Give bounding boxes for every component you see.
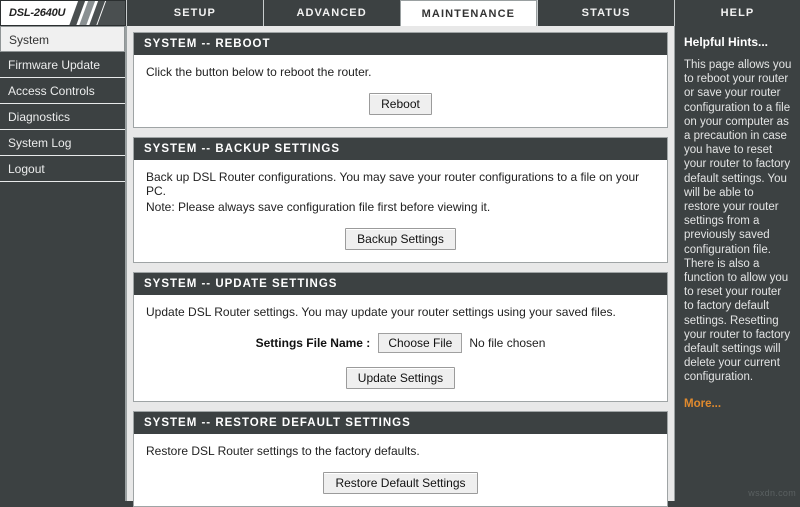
- page-body: System Firmware Update Access Controls D…: [0, 26, 800, 507]
- update-button-row: Update Settings: [146, 367, 655, 389]
- sidebar-item-diagnostics[interactable]: Diagnostics: [0, 104, 125, 130]
- panel-body-backup: Back up DSL Router configurations. You m…: [134, 160, 667, 262]
- top-bar: DSL-2640U SETUP ADVANCED MAINTENANCE STA…: [0, 0, 800, 26]
- sidebar-item-system[interactable]: System: [0, 26, 125, 52]
- panel-backup-settings: SYSTEM -- BACKUP SETTINGS Back up DSL Ro…: [133, 137, 668, 263]
- panel-body-reboot: Click the button below to reboot the rou…: [134, 55, 667, 127]
- panel-title-backup: SYSTEM -- BACKUP SETTINGS: [134, 138, 667, 160]
- main-content: SYSTEM -- REBOOT Click the button below …: [126, 26, 674, 507]
- reboot-button-row: Reboot: [146, 93, 655, 115]
- restore-description: Restore DSL Router settings to the facto…: [146, 444, 420, 458]
- panel-restore-default-settings: SYSTEM -- RESTORE DEFAULT SETTINGS Resto…: [133, 411, 668, 507]
- tab-setup[interactable]: SETUP: [126, 0, 263, 26]
- settings-file-row: Settings File Name : Choose File No file…: [146, 333, 655, 353]
- panel-title-update: SYSTEM -- UPDATE SETTINGS: [134, 273, 667, 295]
- sidebar-filler: [0, 182, 125, 501]
- backup-description: Back up DSL Router configurations. You m…: [146, 170, 640, 198]
- router-admin-page: DSL-2640U SETUP ADVANCED MAINTENANCE STA…: [0, 0, 800, 507]
- tab-status[interactable]: STATUS: [537, 0, 674, 26]
- backup-button-row: Backup Settings: [146, 228, 655, 250]
- tab-maintenance[interactable]: MAINTENANCE: [399, 0, 538, 26]
- main-tab-bar: SETUP ADVANCED MAINTENANCE STATUS HELP: [126, 0, 800, 26]
- sidebar-item-access-controls[interactable]: Access Controls: [0, 78, 125, 104]
- watermark-label: wsxdn.com: [748, 488, 796, 498]
- backup-note: Note: Please always save configuration f…: [146, 200, 491, 214]
- tab-help[interactable]: HELP: [674, 0, 800, 26]
- restore-default-settings-button[interactable]: Restore Default Settings: [323, 472, 478, 494]
- reboot-description: Click the button below to reboot the rou…: [146, 65, 372, 79]
- panel-update-settings: SYSTEM -- UPDATE SETTINGS Update DSL Rou…: [133, 272, 668, 402]
- hints-text: This page allows you to reboot your rout…: [684, 59, 792, 384]
- choose-file-button[interactable]: Choose File: [378, 333, 463, 353]
- tab-advanced[interactable]: ADVANCED: [262, 0, 400, 26]
- panel-title-reboot: SYSTEM -- REBOOT: [134, 33, 667, 55]
- settings-file-input[interactable]: Choose File No file chosen: [378, 333, 545, 353]
- chosen-file-status: No file chosen: [469, 336, 546, 350]
- sidebar-nav: System Firmware Update Access Controls D…: [0, 26, 126, 501]
- restore-button-row: Restore Default Settings: [146, 472, 655, 494]
- helpful-hints-panel: Helpful Hints... This page allows you to…: [674, 26, 800, 501]
- reboot-button[interactable]: Reboot: [369, 93, 432, 115]
- sidebar-item-system-log[interactable]: System Log: [0, 130, 125, 156]
- brand-model-label: DSL-2640U: [9, 7, 66, 19]
- settings-file-name-label: Settings File Name :: [255, 336, 371, 350]
- brand-logo: DSL-2640U: [0, 0, 126, 26]
- logo-stripes-decoration: [67, 1, 125, 25]
- panel-title-restore: SYSTEM -- RESTORE DEFAULT SETTINGS: [134, 412, 667, 434]
- hints-title: Helpful Hints...: [684, 35, 768, 49]
- sidebar-item-logout[interactable]: Logout: [0, 156, 125, 182]
- update-settings-button[interactable]: Update Settings: [345, 367, 456, 389]
- panel-system-reboot: SYSTEM -- REBOOT Click the button below …: [133, 32, 668, 128]
- backup-settings-button[interactable]: Backup Settings: [345, 228, 456, 250]
- update-description: Update DSL Router settings. You may upda…: [146, 305, 616, 319]
- hints-more-link[interactable]: More...: [684, 398, 792, 410]
- sidebar-item-firmware-update[interactable]: Firmware Update: [0, 52, 125, 78]
- panel-body-restore: Restore DSL Router settings to the facto…: [134, 434, 667, 506]
- panel-body-update: Update DSL Router settings. You may upda…: [134, 295, 667, 401]
